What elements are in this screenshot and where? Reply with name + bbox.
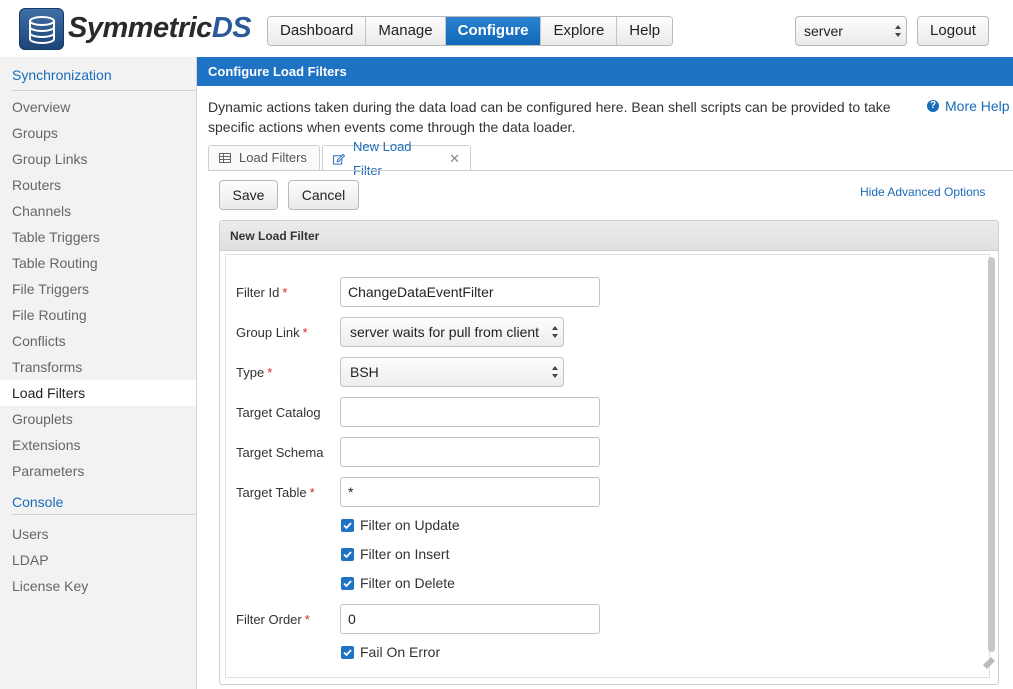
target-schema-input[interactable] (340, 437, 600, 467)
type-select[interactable]: BSH (340, 357, 564, 387)
page-description: Dynamic actions taken during the data lo… (208, 99, 891, 135)
filter-on-delete-label: Filter on Delete (360, 575, 455, 591)
nav-explore[interactable]: Explore (541, 17, 618, 45)
sidebar: Synchronization Overview Groups Group Li… (0, 57, 197, 689)
sidebar-divider (12, 90, 195, 91)
sidebar-divider (12, 514, 195, 515)
sidebar-item-ldap[interactable]: LDAP (0, 547, 196, 573)
sidebar-item-users[interactable]: Users (0, 521, 196, 547)
close-icon[interactable]: ✕ (449, 147, 460, 171)
sidebar-item-routers[interactable]: Routers (0, 172, 196, 198)
updown-icon (552, 366, 558, 378)
main-nav: Dashboard Manage Configure Explore Help (267, 16, 674, 46)
sidebar-item-transforms[interactable]: Transforms (0, 354, 196, 380)
logout-button[interactable]: Logout (917, 16, 989, 46)
group-link-label: Group Link * (236, 325, 308, 340)
nav-configure[interactable]: Configure (445, 17, 542, 45)
sidebar-item-overview[interactable]: Overview (0, 94, 196, 120)
sidebar-section-console[interactable]: Console (12, 494, 63, 510)
sidebar-item-file-routing[interactable]: File Routing (0, 302, 196, 328)
checkbox-checked-icon[interactable] (341, 547, 354, 561)
group-link-value: server waits for pull from client (350, 324, 540, 340)
sidebar-item-grouplets[interactable]: Grouplets (0, 406, 196, 432)
save-button[interactable]: Save (219, 180, 278, 210)
target-catalog-input[interactable] (340, 397, 600, 427)
filter-on-insert-label: Filter on Insert (360, 546, 450, 562)
nav-help[interactable]: Help (617, 17, 673, 45)
tab-divider (208, 170, 1013, 171)
table-icon (219, 153, 231, 163)
sidebar-item-license-key[interactable]: License Key (0, 573, 196, 599)
more-help-label: More Help (945, 98, 1010, 114)
filter-order-input[interactable]: 0 (340, 604, 600, 634)
filter-order-label: Filter Order * (236, 612, 310, 627)
server-select[interactable]: server (795, 16, 907, 46)
sidebar-item-parameters[interactable]: Parameters (0, 458, 196, 484)
tab-load-filters[interactable]: Load Filters (208, 145, 320, 170)
sidebar-item-table-triggers[interactable]: Table Triggers (0, 224, 196, 250)
question-icon: ? (927, 100, 939, 112)
nav-dashboard[interactable]: Dashboard (268, 17, 367, 45)
target-schema-label: Target Schema (236, 445, 324, 460)
edit-icon (333, 153, 345, 165)
new-load-filter-panel: New Load Filter (219, 220, 999, 685)
sidebar-item-conflicts[interactable]: Conflicts (0, 328, 196, 354)
target-table-label: Target Table * (236, 485, 315, 500)
checkbox-checked-icon[interactable] (341, 645, 354, 659)
more-help-link[interactable]: ? More Help (927, 98, 1010, 114)
app-header: SymmetricDS Dashboard Manage Configure E… (0, 0, 1013, 57)
sidebar-item-load-filters[interactable]: Load Filters (0, 380, 196, 406)
sidebar-item-file-triggers[interactable]: File Triggers (0, 276, 196, 302)
panel-title: New Load Filter (220, 221, 998, 251)
logo-icon[interactable] (19, 8, 64, 50)
updown-icon (552, 326, 558, 338)
tab-label: New Load Filter (353, 138, 412, 178)
target-catalog-label: Target Catalog (236, 405, 321, 420)
filter-on-delete-checkbox[interactable]: Filter on Delete (341, 575, 455, 591)
scrollbar-thumb[interactable] (988, 257, 995, 652)
server-select-value: server (804, 23, 843, 39)
cancel-button[interactable]: Cancel (288, 180, 359, 210)
nav-manage[interactable]: Manage (366, 17, 446, 45)
sidebar-section-synchronization[interactable]: Synchronization (12, 67, 112, 83)
page-title: Configure Load Filters (197, 57, 1013, 86)
filter-on-update-checkbox[interactable]: Filter on Update (341, 517, 460, 533)
resize-handle-icon[interactable] (979, 653, 997, 671)
tab-new-load-filter[interactable]: New Load Filter ✕ (322, 139, 471, 178)
type-label: Type * (236, 365, 273, 380)
filter-on-insert-checkbox[interactable]: Filter on Insert (341, 546, 449, 562)
sidebar-item-groups[interactable]: Groups (0, 120, 196, 146)
checkbox-checked-icon[interactable] (341, 576, 354, 590)
target-table-input[interactable]: * (340, 477, 600, 507)
sidebar-item-group-links[interactable]: Group Links (0, 146, 196, 172)
fail-on-error-label: Fail On Error (360, 644, 441, 660)
scrollbar[interactable] (986, 255, 996, 652)
sidebar-item-channels[interactable]: Channels (0, 198, 196, 224)
brand-name: SymmetricDS (68, 12, 252, 44)
filter-id-input[interactable]: ChangeDataEventFilter (340, 277, 600, 307)
type-value: BSH (350, 364, 379, 380)
fail-on-error-checkbox[interactable]: Fail On Error (341, 644, 440, 660)
checkbox-checked-icon[interactable] (341, 518, 354, 532)
sidebar-item-extensions[interactable]: Extensions (0, 432, 196, 458)
tab-label: Load Filters (239, 150, 307, 165)
filter-on-update-label: Filter on Update (360, 517, 460, 533)
updown-icon (895, 25, 901, 37)
group-link-select[interactable]: server waits for pull from client (340, 317, 564, 347)
hide-advanced-options-link[interactable]: Hide Advanced Options (860, 185, 985, 199)
filter-id-label: Filter Id * (236, 285, 288, 300)
sidebar-item-table-routing[interactable]: Table Routing (0, 250, 196, 276)
